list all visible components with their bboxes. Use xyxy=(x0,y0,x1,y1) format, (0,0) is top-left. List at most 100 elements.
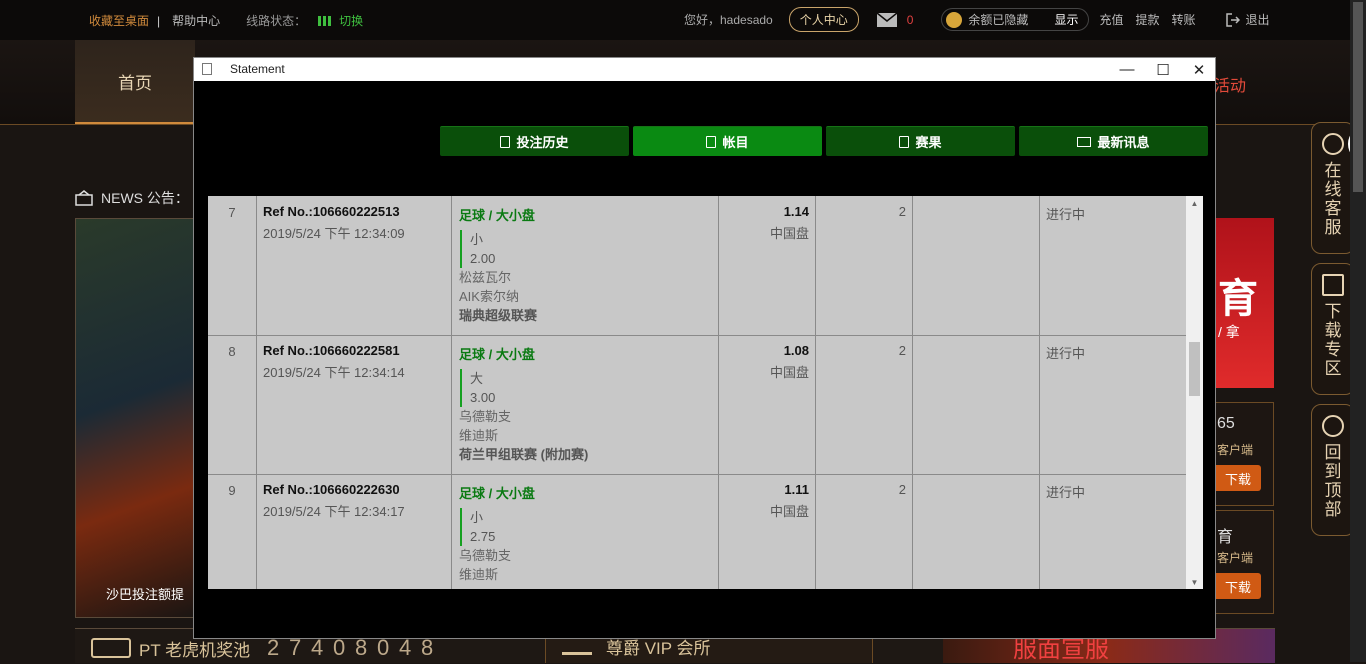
ref-cell: Ref No.:106660222513 2019/5/24 下午 12:34:… xyxy=(257,196,452,335)
statement-window: Statement — ☐ ✕ 投注历史 帐目 赛果 最新讯息 7 Ref No… xyxy=(193,57,1216,639)
line-status-label: 线路状态： xyxy=(246,14,307,28)
side-tab-back-to-top[interactable]: 回到顶部 xyxy=(1311,404,1355,536)
mail-count: 0 xyxy=(906,12,914,27)
news-bar: NEWS 公告： xyxy=(75,188,189,208)
table-row: 9 Ref No.:106660222630 2019/5/24 下午 12:3… xyxy=(208,474,1186,589)
promo-banner-left[interactable]: 沙巴投注额提 xyxy=(75,218,197,618)
status-value: 进行中 xyxy=(1046,346,1086,361)
download-card-sub: 客户端 xyxy=(1217,443,1254,457)
home-team: 松兹瓦尔 xyxy=(459,270,512,285)
status-value: 进行中 xyxy=(1046,207,1086,222)
tab-statement[interactable]: 帐目 xyxy=(633,126,822,156)
scroll-up-icon[interactable]: ▲ xyxy=(1186,196,1203,210)
nav-home[interactable]: 首页 xyxy=(75,40,195,124)
mail-button[interactable]: 0 xyxy=(876,12,914,27)
minimize-button[interactable]: — xyxy=(1112,59,1142,80)
tab-label: 帐目 xyxy=(722,135,749,150)
balance-hidden-text: 余额已隐藏 xyxy=(968,13,1029,27)
download-card-2: 育 客户端 下载 xyxy=(1214,510,1274,614)
side-tab-label: 在线客服 xyxy=(1324,161,1342,237)
home-team: 乌德勒支 xyxy=(459,409,512,424)
promo-small-text: / 拿 xyxy=(1218,324,1240,340)
mail-icon xyxy=(876,12,897,27)
page-scrollbar[interactable] xyxy=(1350,0,1366,662)
separator: | xyxy=(157,13,161,28)
document-icon xyxy=(202,63,212,75)
winloss-cell xyxy=(913,335,1040,474)
away-team: 维迪斯 xyxy=(459,567,499,582)
sport-market: 足球 / 大小盘 xyxy=(459,208,535,223)
withdraw-link[interactable]: 提款 xyxy=(1135,11,1159,28)
ref-cell: Ref No.:106660222581 2019/5/24 下午 12:34:… xyxy=(257,335,452,474)
deposit-link[interactable]: 充值 xyxy=(1099,11,1123,28)
download-card-title: 65 xyxy=(1217,415,1235,432)
stake-value: 2 xyxy=(816,196,913,335)
page-scroll-thumb[interactable] xyxy=(1353,2,1363,192)
greeting: 您好，hadesado xyxy=(684,13,773,27)
league-name: 荷兰甲组联赛 (附加赛) xyxy=(459,447,589,462)
odds-value: 1.11 xyxy=(784,482,809,497)
bet-datetime: 2019/5/24 下午 12:34:09 xyxy=(263,226,405,241)
odds-value: 1.14 xyxy=(783,204,809,219)
news-label: NEWS 公告： xyxy=(101,190,189,206)
banner-caption: 沙巴投注额提 xyxy=(106,587,185,602)
ledger-icon xyxy=(706,135,717,148)
signal-icon xyxy=(318,15,332,26)
close-button[interactable]: ✕ xyxy=(1184,59,1214,80)
table-scroll-thumb[interactable] xyxy=(1189,342,1200,396)
maximize-button[interactable]: ☐ xyxy=(1148,59,1178,80)
bet-datetime: 2019/5/24 下午 12:34:14 xyxy=(263,365,405,380)
download-button[interactable]: 下载 xyxy=(1215,465,1261,491)
selection: 小 xyxy=(470,510,484,525)
logout-label: 退出 xyxy=(1245,13,1270,27)
bet-datetime: 2019/5/24 下午 12:34:17 xyxy=(263,504,405,519)
tab-label: 赛果 xyxy=(915,135,942,150)
row-number: 9 xyxy=(208,474,257,589)
topbar-left: 收藏至桌面 | 帮助中心 线路状态： 切换 xyxy=(89,12,363,29)
sport-market: 足球 / 大小盘 xyxy=(459,486,535,501)
handicap: 3.00 xyxy=(470,390,496,405)
transfer-link[interactable]: 转账 xyxy=(1171,11,1195,28)
favorite-link[interactable]: 收藏至桌面 xyxy=(89,12,149,29)
side-tab-label: 下载专区 xyxy=(1324,302,1342,378)
monitor-icon xyxy=(1322,274,1344,296)
promo-banner-right[interactable]: 育 / 拿 xyxy=(1214,218,1274,388)
tab-latest-news[interactable]: 最新讯息 xyxy=(1019,126,1208,156)
ref-number: Ref No.:106660222630 xyxy=(263,482,400,497)
bottom-right-text: 服面宣服 xyxy=(1013,636,1109,663)
help-link[interactable]: 帮助中心 xyxy=(172,12,220,29)
download-button[interactable]: 下载 xyxy=(1215,573,1261,599)
show-balance-button[interactable]: 显示 xyxy=(1054,11,1078,28)
table-scrollbar[interactable]: ▲ ▼ xyxy=(1186,196,1203,589)
statement-tabs: 投注历史 帐目 赛果 最新讯息 xyxy=(440,126,1208,156)
topbar-right: 您好，hadesado 个人中心 0 余额已隐藏 显示 充值 提款 转账 退出 xyxy=(684,7,1270,32)
scroll-down-icon[interactable]: ▼ xyxy=(1186,575,1203,589)
odds-value: 1.08 xyxy=(783,343,809,358)
account-center-button[interactable]: 个人中心 xyxy=(788,7,859,32)
crown-icon xyxy=(562,637,592,655)
nav-promo[interactable]: 活动 xyxy=(1214,72,1246,96)
announcement-icon xyxy=(75,190,93,206)
side-tab-download[interactable]: 下载专区 xyxy=(1311,263,1355,395)
slot-icon xyxy=(91,638,131,658)
stake-value: 2 xyxy=(816,335,913,474)
download-card-sub: 客户端 xyxy=(1217,551,1254,565)
ref-number: Ref No.:106660222513 xyxy=(263,204,400,219)
switch-line-link[interactable]: 切换 xyxy=(339,12,363,29)
bet-detail-cell: 足球 / 大小盘 大 3.00 乌德勒支 维迪斯 荷兰甲组联赛 (附加赛) xyxy=(452,335,719,474)
odds-cell: 1.14 中国盘 xyxy=(719,196,816,335)
download-card-title: 育 xyxy=(1217,529,1234,546)
rocket-icon xyxy=(1322,415,1344,437)
winloss-cell xyxy=(913,196,1040,335)
selection-block: 小 2.75 xyxy=(460,508,718,546)
selection: 小 xyxy=(470,232,484,247)
table-row: 8 Ref No.:106660222581 2019/5/24 下午 12:3… xyxy=(208,335,1186,475)
logout-button[interactable]: 退出 xyxy=(1225,11,1270,28)
selection-block: 大 3.00 xyxy=(460,369,718,407)
tab-label: 最新讯息 xyxy=(1097,135,1150,150)
window-titlebar[interactable]: Statement — ☐ ✕ xyxy=(194,58,1215,81)
headset-icon xyxy=(1322,133,1344,155)
tab-bet-history[interactable]: 投注历史 xyxy=(440,126,629,156)
tab-results[interactable]: 赛果 xyxy=(826,126,1015,156)
logout-icon xyxy=(1225,12,1240,27)
